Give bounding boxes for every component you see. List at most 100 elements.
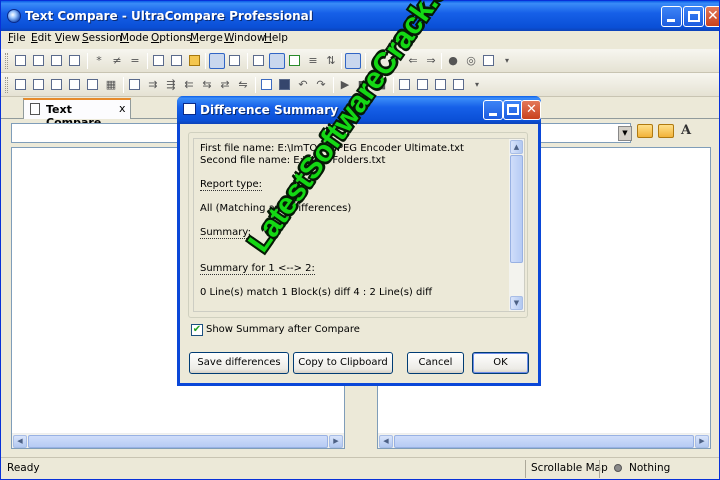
dialog-close-button[interactable]: ✕ bbox=[521, 100, 541, 120]
menu-session[interactable]: Session bbox=[82, 32, 122, 44]
maximize-button[interactable] bbox=[683, 6, 704, 27]
summary-report-text[interactable]: First file name: E:\ImTOO MPEG Encoder U… bbox=[193, 138, 525, 312]
diff-list-icon[interactable] bbox=[287, 53, 303, 69]
undo-icon[interactable]: ↶ bbox=[295, 77, 311, 93]
compare-1-icon[interactable] bbox=[397, 77, 413, 93]
copy-to-clipboard-button[interactable]: Copy to Clipboard bbox=[293, 352, 393, 374]
ok-label: OK bbox=[493, 357, 508, 368]
font-icon[interactable]: A bbox=[681, 123, 691, 138]
scroll-up-icon[interactable]: ▲ bbox=[510, 140, 523, 154]
redo-icon[interactable]: ↷ bbox=[313, 77, 329, 93]
toolbar-separator bbox=[205, 53, 206, 69]
ok-button[interactable]: OK bbox=[472, 352, 529, 374]
menu-help[interactable]: Help bbox=[264, 32, 288, 44]
ftp-icon[interactable]: ◎ bbox=[463, 53, 479, 69]
left-horizontal-scrollbar[interactable]: ◀ ▶ bbox=[12, 433, 344, 448]
scroll-right-icon[interactable]: ▶ bbox=[695, 435, 709, 448]
toolbar-grip[interactable] bbox=[5, 53, 8, 69]
status-ready: Ready bbox=[7, 462, 40, 474]
block-icon[interactable] bbox=[85, 77, 101, 93]
not-equal-icon[interactable]: ≠ bbox=[109, 53, 125, 69]
report-icon[interactable]: ⇅ bbox=[323, 53, 339, 69]
scroll-thumb[interactable] bbox=[394, 435, 694, 448]
merge-left-icon[interactable] bbox=[127, 77, 143, 93]
merge-view-icon[interactable] bbox=[269, 53, 285, 69]
menu-edit[interactable]: Edit bbox=[31, 32, 51, 44]
second-file-line: Second file name: E:\Hide Folders.txt bbox=[200, 155, 386, 166]
new-session-icon[interactable] bbox=[13, 53, 29, 69]
side-by-side-icon[interactable] bbox=[209, 53, 225, 69]
scroll-thumb[interactable] bbox=[28, 435, 328, 448]
menu-window[interactable]: Window bbox=[224, 32, 265, 44]
window-title: Text Compare - UltraCompare Professional bbox=[25, 9, 313, 23]
mark-icon[interactable]: * bbox=[91, 53, 107, 69]
right-arrow-icon[interactable]: ⇒ bbox=[423, 53, 439, 69]
open-folder-icon[interactable] bbox=[637, 124, 653, 138]
dialog-minimize-button[interactable] bbox=[483, 100, 503, 120]
table-icon[interactable]: ▦ bbox=[103, 77, 119, 93]
merge-all-right-icon[interactable]: ⇇ bbox=[181, 77, 197, 93]
minimize-icon bbox=[489, 113, 497, 116]
save-differences-label: Save differences bbox=[197, 357, 281, 368]
compare-mode-icon[interactable] bbox=[345, 53, 361, 69]
merge-block-icon[interactable]: ⇆ bbox=[199, 77, 215, 93]
right-horizontal-scrollbar[interactable]: ◀ ▶ bbox=[378, 433, 710, 448]
scroll-down-icon[interactable]: ▼ bbox=[510, 296, 523, 310]
next-diff-icon[interactable] bbox=[49, 77, 65, 93]
report-vertical-scrollbar[interactable]: ▲ ▼ bbox=[509, 139, 524, 311]
minimize-button[interactable] bbox=[661, 6, 682, 27]
tab-text-compare[interactable]: Text Compare x bbox=[23, 98, 131, 129]
menu-mode[interactable]: Mode bbox=[120, 32, 149, 44]
ignore-icon[interactable] bbox=[451, 77, 467, 93]
compare-3-icon[interactable] bbox=[433, 77, 449, 93]
menu-file[interactable]: File bbox=[8, 32, 26, 44]
cancel-button[interactable]: Cancel bbox=[407, 352, 464, 374]
open-icon[interactable] bbox=[31, 53, 47, 69]
close-icon: ✕ bbox=[707, 8, 719, 24]
scroll-left-icon[interactable]: ◀ bbox=[13, 435, 27, 448]
toolbar-overflow-icon[interactable]: ▾ bbox=[499, 53, 515, 69]
status-nothing: Nothing bbox=[629, 462, 671, 474]
help-icon[interactable] bbox=[481, 53, 497, 69]
swap-icon[interactable]: ≡ bbox=[305, 53, 321, 69]
path-dropdown-icon[interactable]: ▼ bbox=[618, 126, 632, 141]
dialog-maximize-button[interactable] bbox=[503, 100, 523, 120]
scroll-thumb[interactable] bbox=[510, 155, 523, 263]
menu-options[interactable]: Options bbox=[151, 32, 192, 44]
merge-right-icon[interactable]: ⇉ bbox=[145, 77, 161, 93]
menu-merge[interactable]: Merge bbox=[190, 32, 223, 44]
scroll-right-icon[interactable]: ▶ bbox=[329, 435, 343, 448]
prev-diff-icon[interactable] bbox=[31, 77, 47, 93]
equal-icon[interactable]: = bbox=[127, 53, 143, 69]
last-diff-icon[interactable] bbox=[67, 77, 83, 93]
binary-icon[interactable] bbox=[169, 53, 185, 69]
toolbar-overflow-icon[interactable]: ▾ bbox=[469, 77, 485, 93]
menu-view[interactable]: View bbox=[55, 32, 80, 44]
close-button[interactable]: ✕ bbox=[705, 6, 719, 27]
save-icon[interactable] bbox=[277, 77, 293, 93]
merge-line-icon[interactable]: ⇄ bbox=[217, 77, 233, 93]
show-summary-label[interactable]: Show Summary after Compare bbox=[206, 324, 360, 335]
scroll-left-icon[interactable]: ◀ bbox=[379, 435, 393, 448]
print-icon[interactable] bbox=[49, 53, 65, 69]
print-preview-icon[interactable] bbox=[67, 53, 83, 69]
app-logo-icon bbox=[7, 9, 21, 23]
folder-icon[interactable] bbox=[187, 53, 203, 69]
compare-2-icon[interactable] bbox=[415, 77, 431, 93]
toolbar-separator bbox=[441, 53, 442, 69]
window-titlebar[interactable]: Text Compare - UltraCompare Professional… bbox=[1, 1, 719, 31]
browse-folder-icon[interactable] bbox=[658, 124, 674, 138]
merge-both-icon[interactable]: ⇋ bbox=[235, 77, 251, 93]
first-diff-icon[interactable] bbox=[13, 77, 29, 93]
sync-scroll-icon[interactable] bbox=[259, 77, 275, 93]
globe-icon[interactable]: ● bbox=[445, 53, 461, 69]
show-summary-checkbox[interactable]: ✔ bbox=[191, 324, 203, 336]
sync-icon[interactable] bbox=[251, 53, 267, 69]
tab-close-icon[interactable]: x bbox=[119, 102, 126, 115]
save-differences-button[interactable]: Save differences bbox=[189, 352, 289, 374]
toolbar-grip[interactable] bbox=[5, 77, 8, 93]
copy-icon[interactable] bbox=[151, 53, 167, 69]
dialog-title: Difference Summary bbox=[200, 103, 338, 117]
over-under-icon[interactable] bbox=[227, 53, 243, 69]
merge-all-left-icon[interactable]: ⇶ bbox=[163, 77, 179, 93]
